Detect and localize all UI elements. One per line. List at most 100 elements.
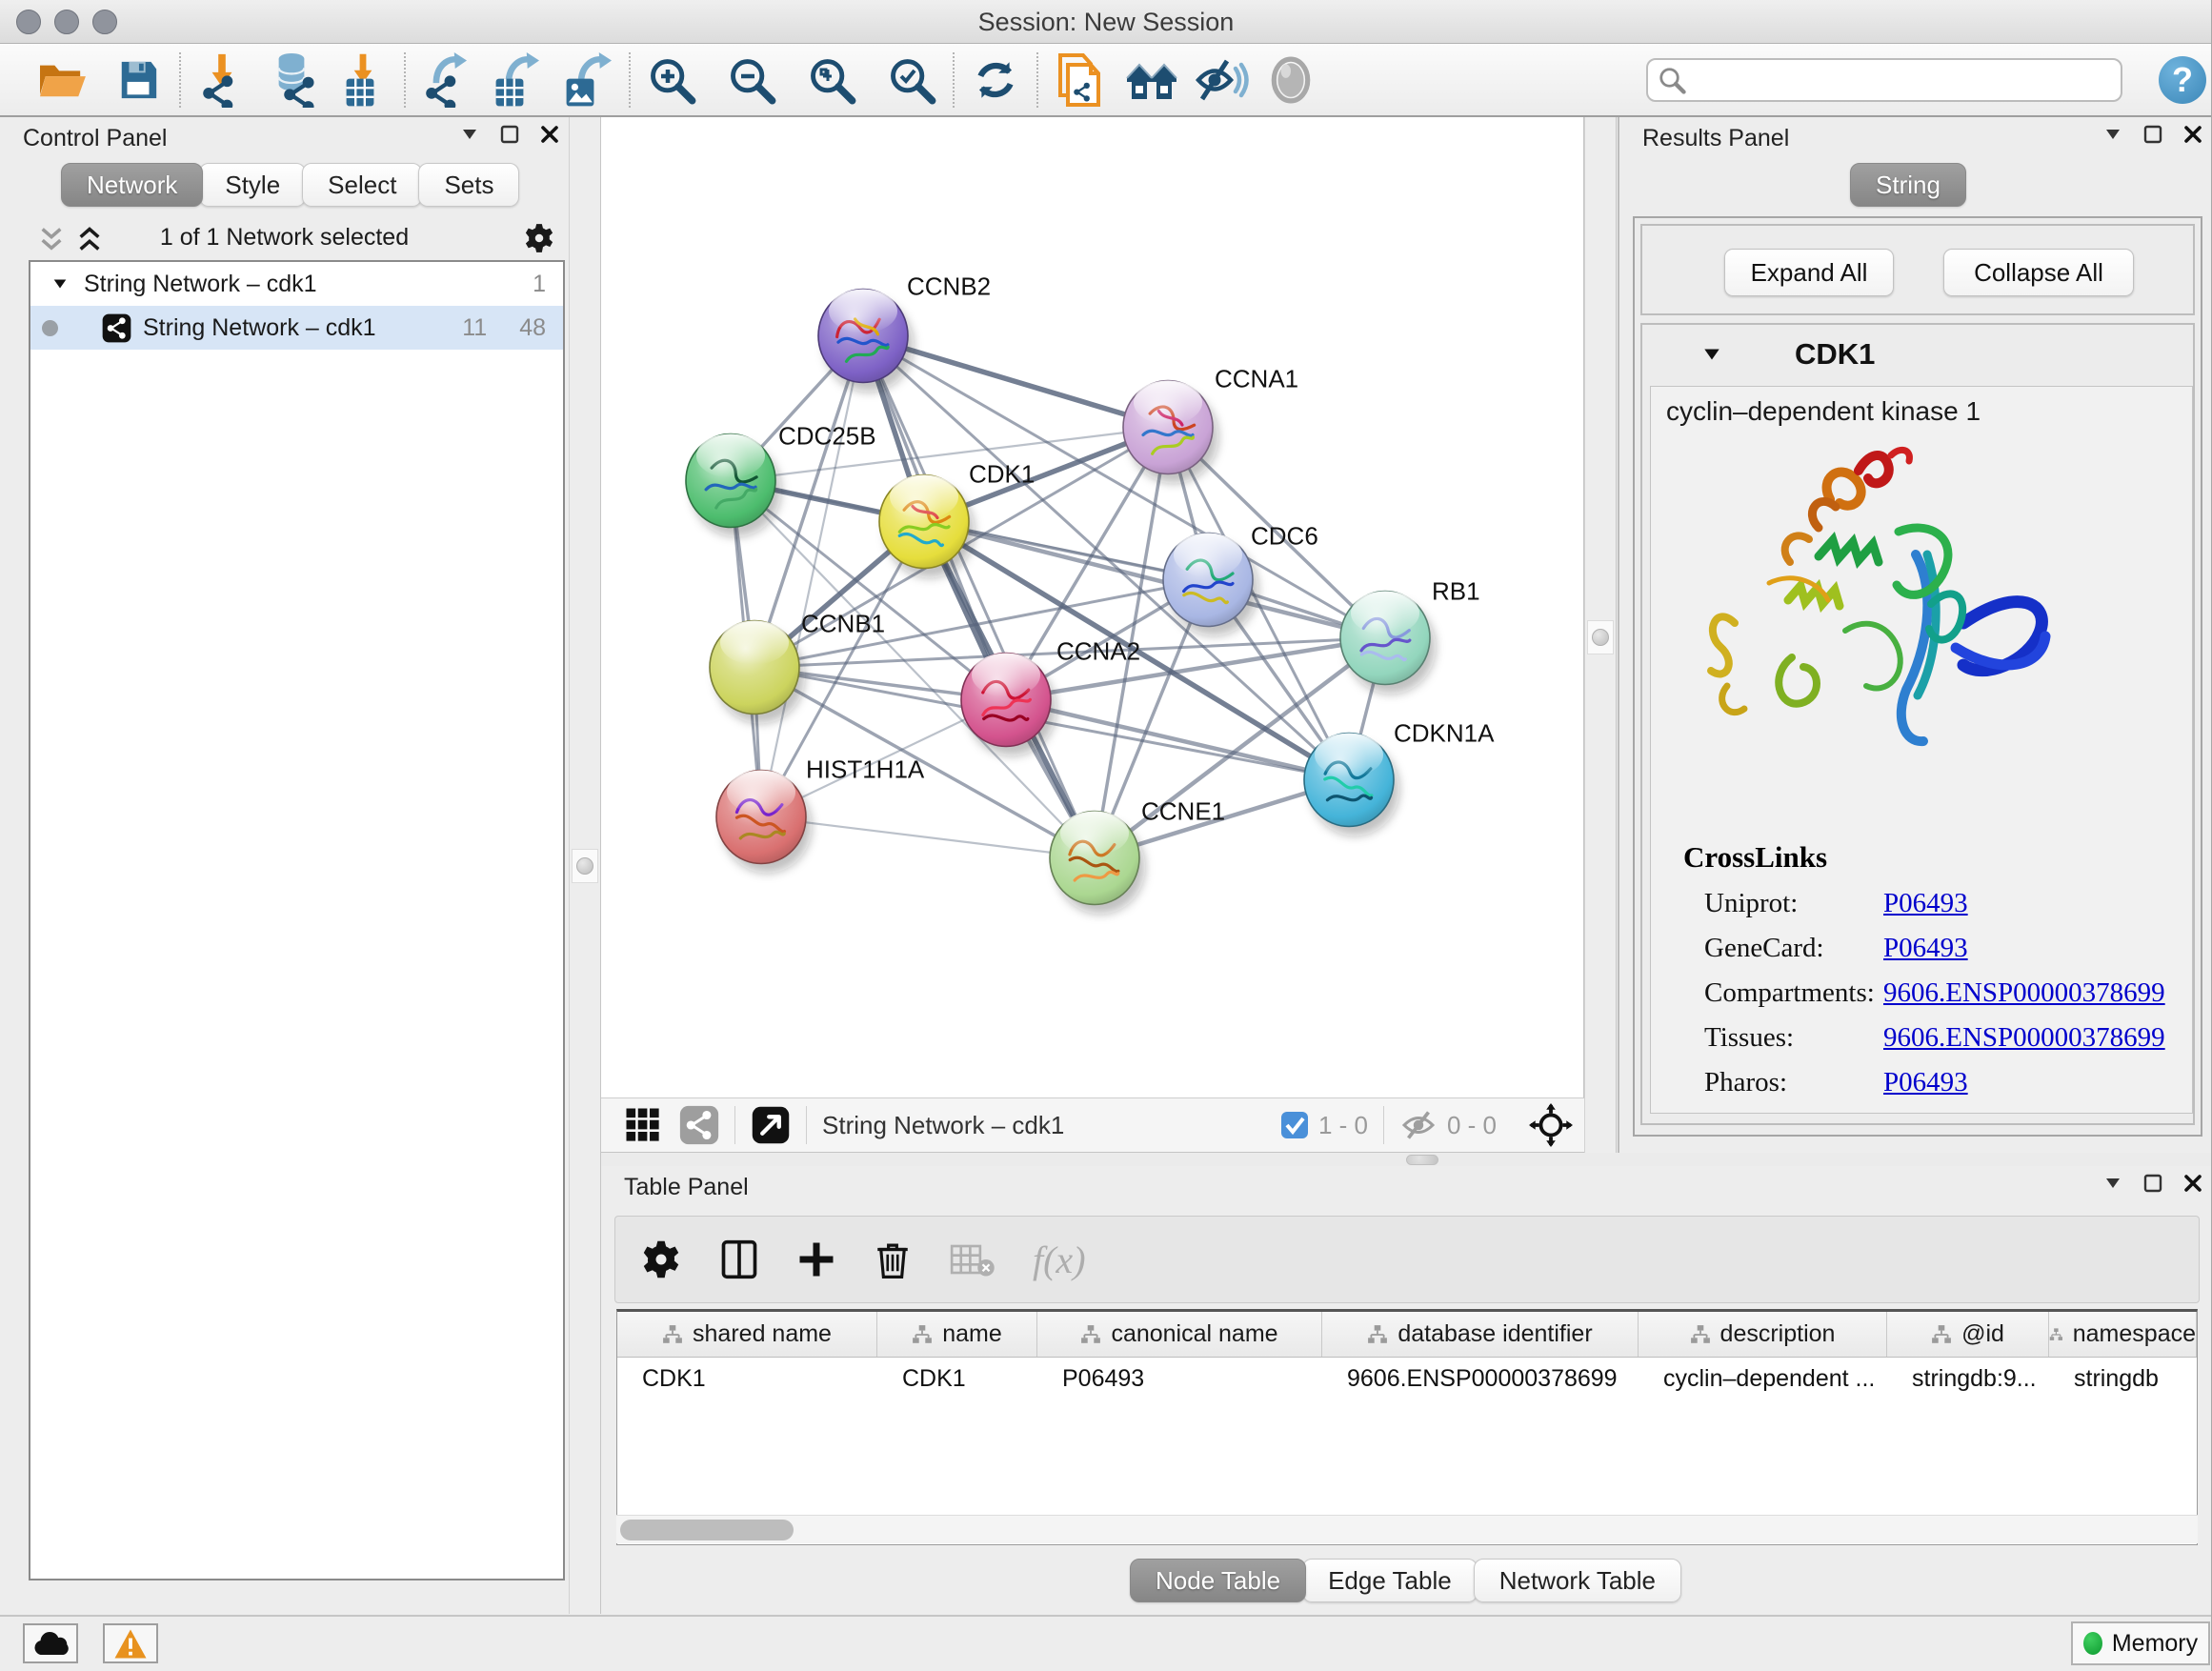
table-settings-gear-icon[interactable] <box>640 1238 682 1280</box>
splitter-pill[interactable] <box>1406 1155 1438 1165</box>
tab-network-table[interactable]: Network Table <box>1474 1559 1681 1602</box>
zoom-fit-button[interactable] <box>804 52 859 108</box>
zoom-out-button[interactable] <box>724 52 779 108</box>
panel-close-icon[interactable] <box>540 125 559 144</box>
node-HIST1H1A[interactable] <box>716 771 812 874</box>
birds-eye-view-icon[interactable] <box>623 1105 663 1145</box>
horizontal-splitter[interactable] <box>601 1153 2212 1166</box>
table-cell[interactable]: stringdb <box>2049 1358 2197 1399</box>
export-network-button[interactable] <box>419 52 474 108</box>
protein-collapse-icon[interactable] <box>1701 344 1722 365</box>
cloud-status-button[interactable] <box>23 1623 78 1663</box>
panel-close-icon[interactable] <box>2183 1174 2202 1193</box>
column-header-name[interactable]: name <box>877 1312 1037 1357</box>
edge-CCNB2-HIST1H1A[interactable] <box>761 336 863 817</box>
network-options-gear-icon[interactable] <box>523 222 555 254</box>
column-header-database-identifier[interactable]: database identifier <box>1322 1312 1639 1357</box>
string-import-button[interactable] <box>1052 52 1107 108</box>
protein-header[interactable]: CDK1 <box>1642 325 2193 384</box>
zoom-selected-button[interactable] <box>884 52 939 108</box>
node-RB1[interactable] <box>1340 592 1436 695</box>
import-table-file-button[interactable] <box>335 52 391 108</box>
node-CDKN1A[interactable] <box>1304 734 1399 836</box>
collapse-all-button[interactable]: Collapse All <box>1943 249 2134 296</box>
panel-close-icon[interactable] <box>2183 125 2202 144</box>
crosslink-link[interactable]: P06493 <box>1883 1067 1968 1098</box>
open-session-button[interactable] <box>34 52 90 108</box>
home-networks-button[interactable] <box>1124 52 1179 108</box>
refresh-layout-button[interactable] <box>968 52 1023 108</box>
show-sphere-button[interactable] <box>1263 52 1318 108</box>
hidden-eye-icon[interactable] <box>1399 1108 1438 1142</box>
column-header-@id[interactable]: @id <box>1887 1312 2049 1357</box>
import-network-database-button[interactable] <box>267 52 322 108</box>
crosslink-row: Pharos:P06493 <box>1651 1067 2192 1098</box>
panel-float-icon[interactable] <box>500 125 519 144</box>
left-splitter-handle[interactable] <box>572 849 598 883</box>
delete-column-icon[interactable] <box>873 1238 913 1280</box>
crosslink-link[interactable]: P06493 <box>1883 933 1968 964</box>
table-cell[interactable]: cyclin–dependent ... <box>1639 1358 1887 1399</box>
network-graph[interactable]: CCNB2CCNA1CDC25BCDK1CDC6RB1CCNB1CCNA2CDK… <box>601 117 1584 1097</box>
table-row[interactable]: CDK1CDK1P064939606.ENSP00000378699cyclin… <box>617 1358 2197 1399</box>
node-CCNA1[interactable] <box>1123 381 1218 484</box>
panel-menu-icon[interactable] <box>460 125 479 144</box>
selected-checkbox-icon[interactable] <box>1280 1111 1309 1139</box>
crosslink-link[interactable]: 9606.ENSP00000378699 <box>1883 1022 2165 1054</box>
add-column-icon[interactable] <box>796 1239 836 1279</box>
zoom-in-button[interactable] <box>644 52 699 108</box>
left-splitter[interactable] <box>569 117 601 1614</box>
tab-node-table[interactable]: Node Table <box>1130 1559 1306 1602</box>
hscroll-thumb[interactable] <box>620 1520 794 1540</box>
panel-menu-icon[interactable] <box>2103 1174 2122 1193</box>
column-header-description[interactable]: description <box>1639 1312 1887 1357</box>
table-cell[interactable]: CDK1 <box>617 1358 877 1399</box>
network-share-icon[interactable] <box>679 1105 719 1145</box>
export-image-button[interactable] <box>560 52 615 108</box>
tab-style[interactable]: Style <box>199 163 306 207</box>
node-CDC6[interactable] <box>1163 534 1258 636</box>
node-CDC25B[interactable] <box>686 434 781 537</box>
export-table-button[interactable] <box>490 52 545 108</box>
detach-view-icon[interactable] <box>751 1105 791 1145</box>
warnings-button[interactable] <box>103 1623 158 1663</box>
crosslink-link[interactable]: P06493 <box>1883 888 1968 919</box>
expand-all-button[interactable]: Expand All <box>1724 249 1894 296</box>
network-view[interactable]: CCNB2CCNA1CDC25BCDK1CDC6RB1CCNB1CCNA2CDK… <box>601 117 1584 1097</box>
hide-glass-button[interactable] <box>1195 52 1250 108</box>
panel-float-icon[interactable] <box>2143 125 2162 144</box>
network-collection-row[interactable]: String Network – cdk1 1 <box>30 262 563 306</box>
memory-button[interactable]: Memory <box>2071 1621 2210 1665</box>
tab-edge-table[interactable]: Edge Table <box>1302 1559 1478 1602</box>
table-cell[interactable]: 9606.ENSP00000378699 <box>1322 1358 1639 1399</box>
table-cell[interactable]: P06493 <box>1037 1358 1322 1399</box>
show-columns-icon[interactable] <box>718 1238 760 1280</box>
collection-expand-icon[interactable] <box>51 275 69 292</box>
table-hscrollbar[interactable] <box>616 1515 2198 1543</box>
search-input[interactable] <box>1686 66 2096 94</box>
column-header-canonical-name[interactable]: canonical name <box>1037 1312 1322 1357</box>
column-header-namespace[interactable]: namespace <box>2049 1312 2197 1357</box>
table-cell[interactable]: CDK1 <box>877 1358 1037 1399</box>
tab-select[interactable]: Select <box>302 163 422 207</box>
right-splitter-handle[interactable] <box>1587 620 1614 654</box>
tab-sets[interactable]: Sets <box>418 163 519 207</box>
tab-network[interactable]: Network <box>61 163 203 207</box>
node-CCNA2[interactable] <box>961 654 1056 756</box>
node-CCNB2[interactable] <box>818 290 914 393</box>
pan-crosshair-icon[interactable] <box>1529 1103 1573 1147</box>
table-cell[interactable]: stringdb:9... <box>1887 1358 2049 1399</box>
node-CDK1[interactable] <box>879 475 975 578</box>
node-table[interactable]: shared namenamecanonical namedatabase id… <box>616 1309 2198 1545</box>
panel-float-icon[interactable] <box>2143 1174 2162 1193</box>
panel-menu-icon[interactable] <box>2103 125 2122 144</box>
import-network-file-button[interactable] <box>194 52 250 108</box>
network-row[interactable]: String Network – cdk1 11 48 <box>30 306 563 350</box>
help-button[interactable]: ? <box>2159 56 2206 104</box>
column-header-shared-name[interactable]: shared name <box>617 1312 877 1357</box>
node-CCNE1[interactable] <box>1050 812 1145 915</box>
crosslink-link[interactable]: 9606.ENSP00000378699 <box>1883 977 2165 1009</box>
edge-CCNA2-CDKN1A[interactable] <box>1006 700 1349 780</box>
save-session-button[interactable] <box>111 52 166 108</box>
tab-string[interactable]: String <box>1850 163 1966 207</box>
